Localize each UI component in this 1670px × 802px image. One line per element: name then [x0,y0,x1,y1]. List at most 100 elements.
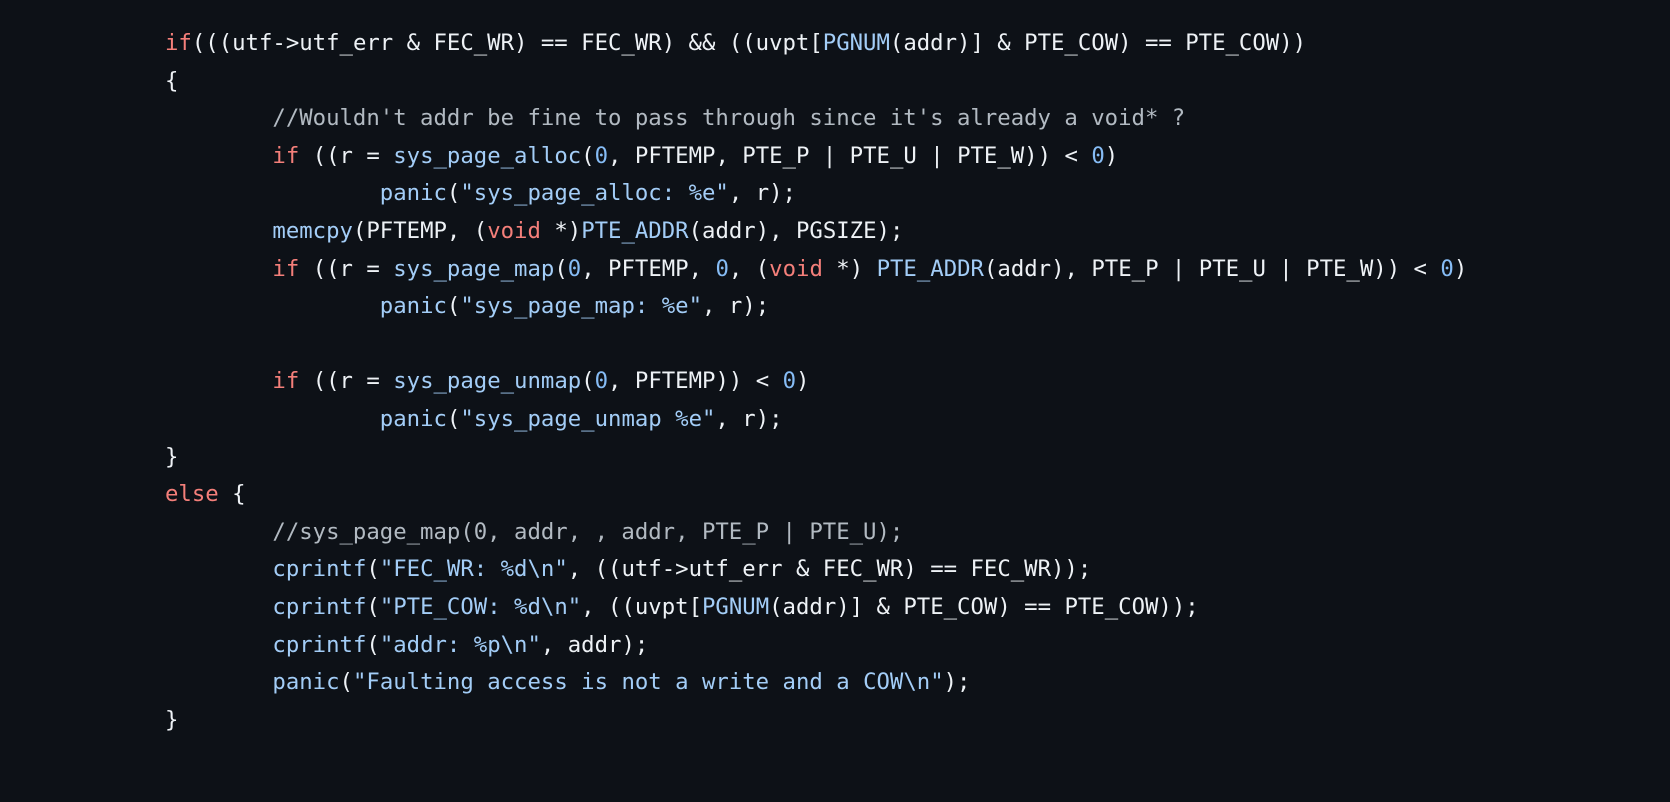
code-line: cprintf("addr: %p\n", addr); [165,627,1467,665]
code-line: cprintf("PTE_COW: %d\n", ((uvpt[PGNUM(ad… [165,589,1467,627]
function-token: PGNUM [702,593,770,620]
number-token: 0 [1440,255,1454,282]
function-token: PTE_ADDR [581,217,689,244]
code-line: } [165,702,1467,740]
code-text: , r); [728,180,796,207]
code-text: { [218,481,246,508]
code-text: (addr)] & PTE_COW) == PTE_COW)) [889,30,1307,56]
code-text: ( [366,556,380,583]
function-token: PGNUM [822,30,890,56]
keyword-token: void [769,255,823,282]
function-token: PTE_ADDR [876,255,984,282]
function-token: sys_page_unmap [393,368,582,395]
code-text: ( [446,180,461,207]
comment-token: //sys_page_map(0, addr, , addr, PTE_P | … [165,518,904,545]
code-text: , ((utf->utf_err & FEC_WR) == FEC_WR)); [567,556,1092,583]
code-text: (((utf->utf_err & FEC_WR) == FEC_WR) && … [191,30,823,56]
code-text: ); [943,669,971,696]
keyword-token: if [165,30,192,56]
code-text: , addr); [540,631,649,658]
code-text: ) [1453,255,1468,282]
code-text: , PFTEMP, [581,255,716,282]
code-text: , r); [702,293,770,320]
code-line: if(((utf->utf_err & FEC_WR) == FEC_WR) &… [165,25,1467,63]
code-text: (addr), PTE_P | PTE_U | PTE_W)) < [983,255,1441,282]
code-text: } [165,443,179,470]
code-text: ((r = [299,255,394,282]
string-token: "sys_page_map: %e" [460,293,702,320]
function-token: panic [379,293,447,320]
code-line: //sys_page_map(0, addr, , addr, PTE_P | … [165,514,1467,552]
code-line: panic("Faulting access is not a write an… [165,664,1467,702]
keyword-token: if [272,255,300,282]
code-line: } [165,439,1467,477]
code-text: , ( [728,255,770,282]
number-token: 0 [1091,142,1105,169]
function-token: cprintf [272,593,367,620]
code-text: ( [581,368,595,395]
string-token: "Faulting access is not a write and a CO… [352,669,944,696]
function-token: panic [379,180,447,207]
string-token: "addr: %p\n" [379,631,541,658]
function-token: sys_page_alloc [393,142,582,169]
code-line: //Wouldn't addr be fine to pass through … [165,100,1467,138]
number-token: 0 [567,255,582,282]
comment-token: //Wouldn't addr be fine to pass through … [165,105,1186,132]
keyword-token: if [272,142,300,169]
code-text: ( [446,405,461,432]
code-line: if ((r = sys_page_map(0, PFTEMP, 0, (voi… [165,251,1467,289]
code-line: else { [165,476,1467,514]
code-text: *) [822,255,877,282]
string-token: "sys_page_unmap %e" [460,405,716,432]
code-text: ((r = [299,142,394,169]
number-token: 0 [594,368,609,395]
code-text: , PFTEMP)) < [608,368,783,395]
code-text: } [165,706,179,733]
function-token: memcpy [272,217,353,244]
number-token: 0 [782,368,796,395]
code-text: ( [366,593,380,620]
code-line: cprintf("FEC_WR: %d\n", ((utf->utf_err &… [165,551,1467,589]
code-text: *) [540,217,582,244]
number-token: 0 [594,142,609,169]
code-text: ( [554,255,568,282]
code-block: if(((utf->utf_err & FEC_WR) == FEC_WR) &… [165,25,1467,739]
function-token: panic [272,669,340,696]
code-line: if ((r = sys_page_unmap(0, PFTEMP)) < 0) [165,363,1467,401]
string-token: "FEC_WR: %d\n" [379,556,568,583]
string-token: "sys_page_alloc: %e" [460,180,729,207]
code-text: ((r = [299,368,394,395]
string-token: "PTE_COW: %d\n" [379,593,582,620]
keyword-token: void [487,217,541,244]
code-line: panic("sys_page_unmap %e", r); [165,401,1467,439]
code-text: , ((uvpt[ [581,593,702,620]
code-text: (PFTEMP, ( [352,217,488,244]
keyword-token: else [165,481,219,508]
code-line: panic("sys_page_map: %e", r); [165,288,1467,326]
function-token: cprintf [272,631,367,658]
function-token: cprintf [272,556,367,583]
code-line: panic("sys_page_alloc: %e", r); [165,175,1467,213]
code-text: , PFTEMP, PTE_P | PTE_U | PTE_W)) < [608,142,1092,169]
code-line: { [165,63,1467,101]
keyword-token: if [272,368,300,395]
code-line: memcpy(PFTEMP, (void *)PTE_ADDR(addr), P… [165,213,1467,251]
code-text: ( [339,669,353,696]
code-text: ) [1104,142,1119,169]
number-token: 0 [715,255,729,282]
code-text: ( [366,631,380,658]
function-token: panic [379,405,447,432]
code-text: ( [581,142,595,169]
code-text: (addr)] & PTE_COW) == PTE_COW)); [769,593,1199,620]
code-text: , r); [715,405,783,432]
